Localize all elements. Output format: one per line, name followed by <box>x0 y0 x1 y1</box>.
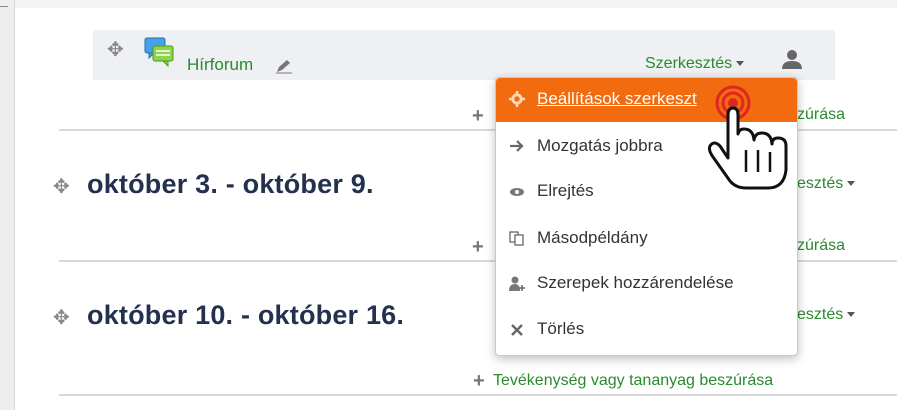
menu-item-label: Szerepek hozzárendelése <box>537 273 734 292</box>
copy-icon <box>509 231 524 246</box>
menu-item-label: Mozgatás jobbra <box>537 136 663 155</box>
menu-item-label: Beállítások szerkeszt <box>537 89 697 108</box>
forum-icon <box>144 37 174 68</box>
gear-icon <box>509 91 525 107</box>
assign-roles-icon <box>509 276 525 291</box>
menu-item-label: Elrejtés <box>537 181 594 200</box>
add-icon[interactable]: + <box>472 105 484 128</box>
add-activity-link[interactable]: zúrása <box>797 237 845 255</box>
forum-link[interactable]: Hírforum <box>187 55 253 75</box>
add-activity-link[interactable]: Tevékenység vagy tananyag beszúrása <box>493 372 773 390</box>
move-icon[interactable]: ✥ <box>107 40 124 60</box>
menu-item-assign-roles[interactable]: Szerepek hozzárendelése <box>496 262 797 306</box>
section-move-icon[interactable]: ✥ <box>53 305 70 330</box>
section-edit-menu[interactable]: esztés <box>797 175 856 193</box>
section-divider <box>59 394 897 396</box>
frame-tick <box>0 6 8 7</box>
delete-icon <box>511 324 523 336</box>
menu-item-delete[interactable]: Törlés <box>496 308 797 352</box>
add-activity-link[interactable]: zúrása <box>797 106 845 124</box>
caret-down-icon <box>847 312 856 318</box>
edit-menu-toggle[interactable]: Szerkesztés <box>645 55 745 73</box>
arrow-right-icon <box>510 140 524 152</box>
eye-icon <box>510 188 524 196</box>
section-title: október 10. - október 16. <box>87 300 405 330</box>
menu-item-label: Törlés <box>537 319 585 338</box>
user-icon <box>782 50 802 69</box>
menu-item-label: Másodpéldány <box>537 228 648 247</box>
pencil-icon[interactable] <box>275 58 293 74</box>
section-move-icon[interactable]: ✥ <box>53 174 70 199</box>
hand-cursor-icon <box>707 85 788 190</box>
add-icon[interactable]: + <box>473 370 485 393</box>
caret-down-icon <box>736 61 745 67</box>
left-frame <box>0 0 15 410</box>
menu-item-duplicate[interactable]: Másodpéldány <box>496 217 797 261</box>
section-edit-menu[interactable]: esztés <box>797 306 856 324</box>
caret-down-icon <box>847 181 856 187</box>
section-title: október 3. - október 9. <box>87 169 374 199</box>
add-icon[interactable]: + <box>472 236 484 259</box>
